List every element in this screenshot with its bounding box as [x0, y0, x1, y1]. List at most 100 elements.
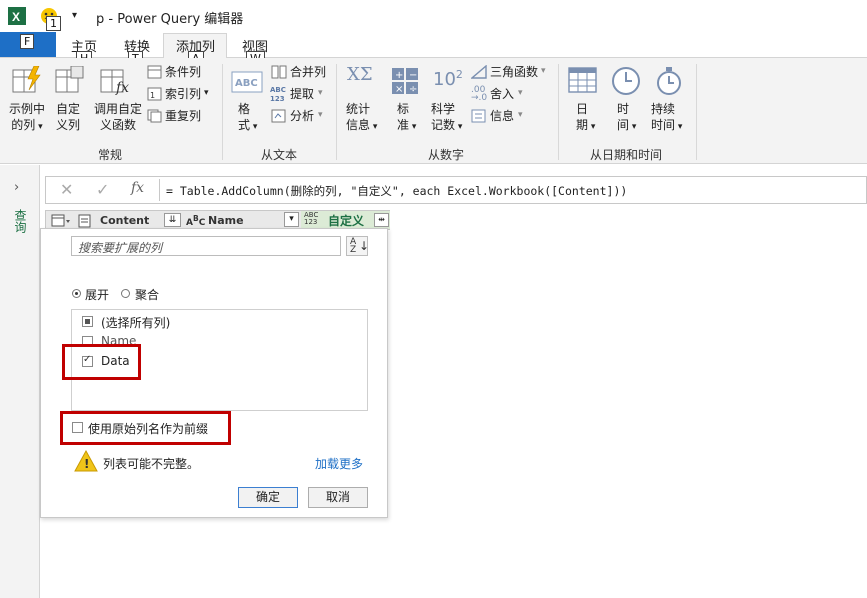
duplicate-column-icon — [147, 109, 162, 123]
cancel-button[interactable]: 取消 — [308, 487, 368, 508]
time-icon — [612, 67, 640, 95]
statistics-button[interactable]: 统计 信息 ▾ — [346, 101, 377, 135]
parse-icon — [271, 109, 286, 123]
scientific-label-2: 记数 — [431, 118, 456, 132]
conditional-column-button[interactable]: 条件列 — [165, 64, 201, 80]
statistics-icon: XΣ — [347, 64, 373, 85]
standard-button[interactable]: 标 准 ▾ — [397, 101, 416, 135]
ok-button[interactable]: 确定 — [238, 487, 298, 508]
trigonometry-button[interactable]: 三角函数 — [490, 64, 538, 80]
statistics-label-2: 信息 — [346, 118, 371, 132]
select-all-checkbox[interactable] — [82, 316, 93, 327]
standard-label-1: 标 — [397, 102, 410, 116]
extract-button[interactable]: 提取 — [290, 86, 314, 102]
merge-columns-icon — [271, 65, 287, 79]
svg-text:÷: ÷ — [409, 84, 417, 95]
parse-dropdown-icon[interactable]: ▾ — [318, 110, 323, 120]
expand-columns-dialog: 搜索要扩展的列 AZ ↓ 展开 聚合 (选择所有列) Name ✓ Data 使… — [40, 228, 388, 518]
svg-text:123: 123 — [270, 95, 285, 102]
column-search-input[interactable]: 搜索要扩展的列 — [71, 236, 341, 256]
custom-column-header[interactable]: ABC 123 自定义 ⇹ — [301, 211, 390, 229]
table-menu-icon[interactable] — [51, 214, 71, 228]
svg-text:+: + — [395, 70, 403, 81]
duration-button[interactable]: 持续 时间 ▾ — [651, 101, 682, 135]
rounding-icon: .00 →.0 — [471, 85, 488, 103]
invoke-function-button[interactable]: 调用自定 义函数 — [93, 101, 143, 133]
column-name-content[interactable]: Content — [100, 214, 149, 227]
formula-text[interactable]: = Table.AddColumn(删除的列, "自定义", each Exce… — [166, 183, 627, 199]
name-filter-dropdown-icon[interactable]: ▾ — [284, 212, 299, 227]
insert-function-icon[interactable]: fx — [131, 180, 144, 196]
date-label-1: 日 — [576, 102, 589, 116]
group-separator — [696, 64, 697, 160]
index-column-dropdown-icon[interactable]: ▾ — [204, 88, 209, 98]
format-icon: ABC — [231, 71, 263, 93]
svg-text:1: 1 — [150, 91, 155, 100]
duplicate-column-button[interactable]: 重复列 — [165, 108, 201, 124]
group-label-datetime: 从日期和时间 — [590, 148, 663, 162]
index-column-button[interactable]: 索引列 — [165, 86, 201, 102]
conditional-column-icon — [147, 65, 162, 79]
expand-radio[interactable] — [72, 289, 81, 298]
svg-text:X: X — [12, 10, 20, 24]
sort-button[interactable]: AZ ↓ — [346, 236, 370, 256]
aggregate-radio[interactable] — [121, 289, 130, 298]
information-dropdown-icon[interactable]: ▾ — [518, 110, 523, 120]
custom-column-button[interactable]: 自定 义列 — [56, 101, 80, 133]
parse-button[interactable]: 分析 — [290, 108, 314, 124]
column-name-custom[interactable]: 自定义 — [328, 212, 364, 229]
svg-text:−: − — [409, 70, 417, 81]
column-from-examples-button[interactable]: 示例中 的列 ▾ — [8, 101, 46, 135]
svg-text:!: ! — [84, 457, 89, 471]
standard-icon: + − × ÷ — [392, 68, 418, 95]
duration-label-1: 持续 — [651, 102, 676, 116]
text-type-icon[interactable]: ABC — [186, 214, 205, 228]
sort-arrow-icon: ↓ — [359, 239, 370, 253]
any-type-icon[interactable]: ABC 123 — [304, 212, 318, 226]
expand-queries-chevron-icon[interactable]: › — [14, 180, 19, 195]
rounding-dropdown-icon[interactable]: ▾ — [518, 88, 523, 98]
expand-custom-button[interactable]: ⇹ — [374, 213, 389, 227]
time-label-2: 间 — [617, 118, 630, 132]
load-more-link[interactable]: 加载更多 — [315, 455, 363, 472]
file-tab[interactable]: F — [0, 32, 56, 57]
time-button[interactable]: 时 间 ▾ — [617, 101, 636, 135]
queries-label[interactable]: 查询 — [12, 209, 29, 233]
svg-text:fx: fx — [115, 80, 129, 96]
trigonometry-dropdown-icon[interactable]: ▾ — [541, 66, 546, 76]
trigonometry-icon — [471, 65, 487, 79]
information-button[interactable]: 信息 — [490, 108, 514, 124]
rounding-button[interactable]: 舍入 — [490, 86, 514, 102]
svg-text:ABC: ABC — [235, 78, 258, 89]
cancel-formula-icon[interactable]: ✕ — [60, 180, 73, 199]
aggregate-radio-label[interactable]: 聚合 — [135, 286, 159, 303]
date-icon — [568, 67, 597, 93]
duration-label-2: 时间 — [651, 118, 676, 132]
merge-columns-button[interactable]: 合并列 — [290, 64, 326, 80]
standard-label-2: 准 — [397, 118, 410, 132]
date-button[interactable]: 日 期 ▾ — [576, 101, 595, 135]
column-name-name[interactable]: Name — [208, 214, 244, 227]
svg-text:ABC: ABC — [270, 86, 286, 94]
group-label-number: 从数字 — [428, 148, 465, 162]
customize-qat-icon[interactable]: ▾ — [72, 10, 77, 21]
extract-dropdown-icon[interactable]: ▾ — [318, 88, 323, 98]
invoke-function-label-1: 调用自定 — [93, 102, 142, 116]
index-column-icon: 1 — [147, 87, 162, 101]
scientific-label-1: 科学 — [431, 102, 456, 116]
keytip-file: F — [20, 34, 35, 49]
confirm-formula-icon[interactable]: ✓ — [96, 180, 109, 199]
scientific-button[interactable]: 科学 记数 ▾ — [431, 101, 462, 135]
format-button[interactable]: 格 式 ▾ — [238, 101, 257, 135]
title-bar: X 1 ▾ p - Power Query 编辑器 — [0, 0, 867, 32]
expand-radio-label[interactable]: 展开 — [85, 286, 109, 303]
column-header-row: Content ⇊ ABC Name ▾ ABC 123 自定义 ⇹ — [45, 210, 390, 230]
group-separator — [336, 64, 337, 160]
invoke-function-label-2: 义函数 — [99, 118, 136, 132]
select-all-label[interactable]: (选择所有列) — [101, 314, 170, 331]
formula-bar: ✕ ✓ fx = Table.AddColumn(删除的列, "自定义", ea… — [45, 176, 867, 204]
binary-type-icon[interactable] — [78, 214, 92, 228]
queries-pane-collapsed: › 查询 — [0, 165, 40, 598]
expand-content-button[interactable]: ⇊ — [164, 213, 181, 227]
svg-text:×: × — [395, 84, 403, 95]
